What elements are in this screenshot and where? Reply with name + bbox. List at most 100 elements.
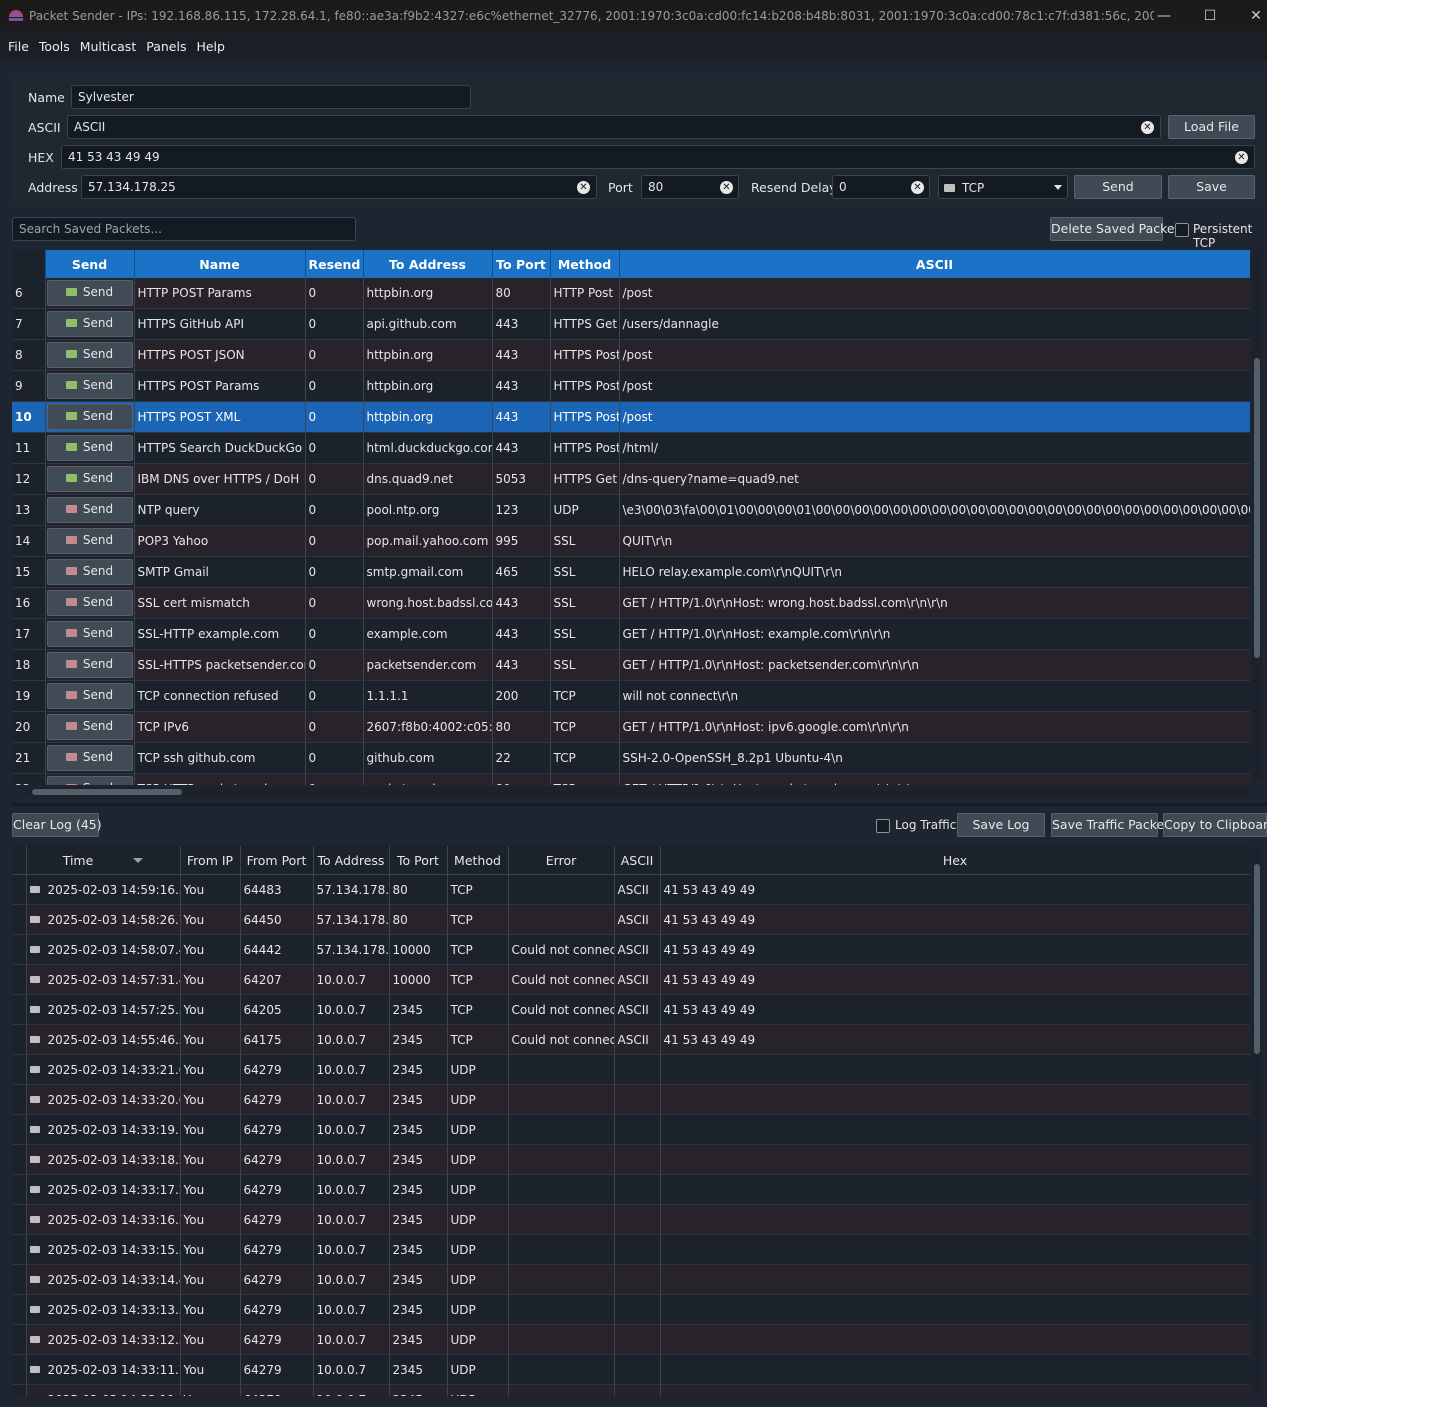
- log-row[interactable]: 2025-02-03 14:33:11.762You6427910.0.0.72…: [12, 1354, 1250, 1385]
- saved-packet-row[interactable]: 17 Send SSL-HTTP example.com 0 example.com 44…: [12, 618, 1250, 650]
- log-row[interactable]: 2025-02-03 14:33:19.147You6427910.0.0.72…: [12, 1114, 1250, 1145]
- log-col-ascii[interactable]: ASCII: [614, 846, 661, 875]
- minimize-button[interactable]: —: [1141, 0, 1187, 31]
- row-send-button[interactable]: Send: [46, 776, 133, 785]
- clear-address-icon[interactable]: ✕: [577, 181, 590, 194]
- menu-multicast[interactable]: Multicast: [75, 39, 142, 54]
- log-row[interactable]: 2025-02-03 14:33:21.022You6427910.0.0.72…: [12, 1054, 1250, 1085]
- saved-packet-row[interactable]: 16 Send SSL cert mismatch 0 wrong.host.badss…: [12, 587, 1250, 619]
- col-ascii[interactable]: ASCII: [619, 250, 1250, 278]
- row-send-button[interactable]: Send: [46, 311, 133, 337]
- log-col-time[interactable]: Time: [26, 846, 181, 875]
- clear-hex-icon[interactable]: ✕: [1235, 151, 1248, 164]
- log-col-method[interactable]: Method: [447, 846, 509, 875]
- row-send-button[interactable]: Send: [46, 590, 133, 616]
- log-row[interactable]: 2025-02-03 14:33:18.216You6427910.0.0.72…: [12, 1144, 1250, 1175]
- copy-to-clipboard-button[interactable]: Copy to Clipboard: [1163, 813, 1267, 837]
- log-row[interactable]: 2025-02-03 14:55:46.523You6417510.0.0.72…: [12, 1024, 1250, 1055]
- log-row[interactable]: 2025-02-03 14:57:31.421You6420710.0.0.71…: [12, 964, 1250, 995]
- log-row[interactable]: 2025-02-03 14:33:12.584You6427910.0.0.72…: [12, 1324, 1250, 1355]
- send-button[interactable]: Send: [1074, 175, 1162, 199]
- saved-packet-row[interactable]: 6 Send HTTP POST Params 0 httpbin.org 80 HTTP …: [12, 278, 1250, 309]
- row-send-button[interactable]: Send: [46, 373, 133, 399]
- saved-packet-row[interactable]: 10 Send HTTPS POST XML 0 httpbin.org 443 HTTPS…: [12, 401, 1250, 433]
- col-to-address[interactable]: To Address: [363, 250, 493, 278]
- row-send-button[interactable]: Send: [46, 404, 133, 430]
- saved-packet-row[interactable]: 11 Send HTTPS Search DuckDuckGo 0 html.duckd…: [12, 432, 1250, 464]
- clear-resend-icon[interactable]: ✕: [911, 181, 924, 194]
- saved-packet-row[interactable]: 14 Send POP3 Yahoo 0 pop.mail.yahoo.com 995 SS…: [12, 525, 1250, 557]
- log-col-to-address[interactable]: To Address: [313, 846, 390, 875]
- row-send-button[interactable]: Send: [46, 621, 133, 647]
- menu-tools[interactable]: Tools: [34, 39, 75, 54]
- log-row[interactable]: 2025-02-03 14:33:17.272You6427910.0.0.72…: [12, 1174, 1250, 1205]
- log-col-error[interactable]: Error: [508, 846, 615, 875]
- clear-ascii-icon[interactable]: ✕: [1141, 121, 1154, 134]
- ascii-input[interactable]: ASCII: [67, 115, 1161, 139]
- search-saved-packets-input[interactable]: Search Saved Packets...: [12, 217, 356, 241]
- log-col-to-port[interactable]: To Port: [389, 846, 448, 875]
- row-send-button[interactable]: Send: [46, 683, 133, 709]
- saved-packet-row[interactable]: 8 Send HTTPS POST JSON 0 httpbin.org 443 HTTPS…: [12, 339, 1250, 371]
- saved-packet-row[interactable]: 22 Send TCP-HTTP packetsender.com0packetse…: [12, 773, 1250, 785]
- protocol-select[interactable]: TCP: [938, 175, 1068, 199]
- log-row[interactable]: 2025-02-03 14:33:15.398You6427910.0.0.72…: [12, 1234, 1250, 1265]
- clear-port-icon[interactable]: ✕: [720, 181, 733, 194]
- name-input[interactable]: Sylvester: [71, 85, 471, 109]
- log-row[interactable]: 2025-02-03 14:58:26.797You6445057.134.17…: [12, 904, 1250, 935]
- traffic-log-vscroll-thumb[interactable]: [1254, 864, 1260, 1054]
- maximize-button[interactable]: ☐: [1187, 0, 1233, 31]
- address-input[interactable]: 57.134.178.25: [81, 175, 597, 199]
- saved-packet-row[interactable]: 18 Send SSL-HTTPS packetsender.com 0 packets…: [12, 649, 1250, 681]
- row-send-button[interactable]: Send: [46, 528, 133, 554]
- log-row[interactable]: 2025-02-03 14:33:13.531You6427910.0.0.72…: [12, 1294, 1250, 1325]
- saved-packet-row[interactable]: 19 Send TCP connection refused 0 1.1.1.1 200 T…: [12, 680, 1250, 712]
- hex-input[interactable]: 41 53 43 49 49: [61, 145, 1255, 169]
- log-traffic-checkbox[interactable]: [876, 819, 890, 833]
- menu-file[interactable]: File: [3, 39, 34, 54]
- close-window-button[interactable]: ✕: [1233, 0, 1267, 31]
- log-row[interactable]: 2025-02-03 14:33:16.334You6427910.0.0.72…: [12, 1204, 1250, 1235]
- col-method[interactable]: Method: [550, 250, 620, 278]
- row-send-button[interactable]: Send: [46, 435, 133, 461]
- saved-packet-row[interactable]: 7 Send HTTPS GitHub API 0 api.github.com 443 H…: [12, 308, 1250, 340]
- col-name[interactable]: Name: [134, 250, 306, 278]
- log-col-from-ip[interactable]: From IP: [180, 846, 241, 875]
- log-row[interactable]: 2025-02-03 14:57:25.510You6420510.0.0.72…: [12, 994, 1250, 1025]
- log-row[interactable]: 2025-02-03 14:33:20.088You6427910.0.0.72…: [12, 1084, 1250, 1115]
- saved-packet-row[interactable]: 13 Send NTP query 0 pool.ntp.org 123 UDP \e3\00…: [12, 494, 1250, 526]
- col-resend[interactable]: Resend: [305, 250, 364, 278]
- row-send-button[interactable]: Send: [46, 280, 133, 306]
- delete-saved-packet-button[interactable]: Delete Saved Packet: [1050, 217, 1180, 241]
- col-to-port[interactable]: To Port: [492, 250, 551, 278]
- row-send-button[interactable]: Send: [46, 342, 133, 368]
- row-send-button[interactable]: Send: [46, 559, 133, 585]
- traffic-log-vscrollbar[interactable]: [1252, 846, 1262, 1394]
- row-send-button[interactable]: Send: [46, 652, 133, 678]
- splitter-handle[interactable]: [12, 803, 1267, 806]
- saved-packet-row[interactable]: 9 Send HTTPS POST Params 0 httpbin.org 443 HTT…: [12, 370, 1250, 402]
- log-col-hex[interactable]: Hex: [660, 846, 1250, 875]
- menu-panels[interactable]: Panels: [141, 39, 191, 54]
- saved-packet-row[interactable]: 15 Send SMTP Gmail 0 smtp.gmail.com 465 SSL HEL…: [12, 556, 1250, 588]
- saved-packets-vscroll-thumb[interactable]: [1254, 358, 1260, 658]
- log-row[interactable]: 2025-02-03 14:33:14.460You6427910.0.0.72…: [12, 1264, 1250, 1295]
- save-button[interactable]: Save: [1168, 175, 1255, 199]
- saved-packets-hscrollbar[interactable]: [26, 787, 1248, 797]
- saved-packets-hscroll-thumb[interactable]: [32, 789, 182, 795]
- saved-packet-row[interactable]: 21 Send TCP ssh github.com 0 github.com 22 TCP…: [12, 742, 1250, 774]
- row-send-button[interactable]: Send: [46, 745, 133, 771]
- persistent-tcp-checkbox[interactable]: [1175, 223, 1189, 237]
- log-row[interactable]: 2025-02-03 14:58:07.464You6444257.134.17…: [12, 934, 1250, 965]
- load-file-button[interactable]: Load File: [1168, 115, 1255, 139]
- log-row[interactable]: 2025-02-03 14:59:16.542You6448357.134.17…: [12, 874, 1250, 905]
- saved-packet-row[interactable]: 20 Send TCP IPv602607:f8b0:4002:c05::6580T…: [12, 711, 1250, 743]
- menu-help[interactable]: Help: [191, 39, 230, 54]
- save-log-button[interactable]: Save Log: [957, 813, 1045, 837]
- row-send-button[interactable]: Send: [46, 466, 133, 492]
- log-row[interactable]: 2025-02-03 14:33:11.640You6427910.0.0.72…: [12, 1384, 1250, 1396]
- row-send-button[interactable]: Send: [46, 497, 133, 523]
- save-traffic-packet-button[interactable]: Save Traffic Packet: [1051, 813, 1169, 837]
- saved-packet-row[interactable]: 12 Send IBM DNS over HTTPS / DoH 0 dns.quad9…: [12, 463, 1250, 495]
- log-col-from-port[interactable]: From Port: [240, 846, 314, 875]
